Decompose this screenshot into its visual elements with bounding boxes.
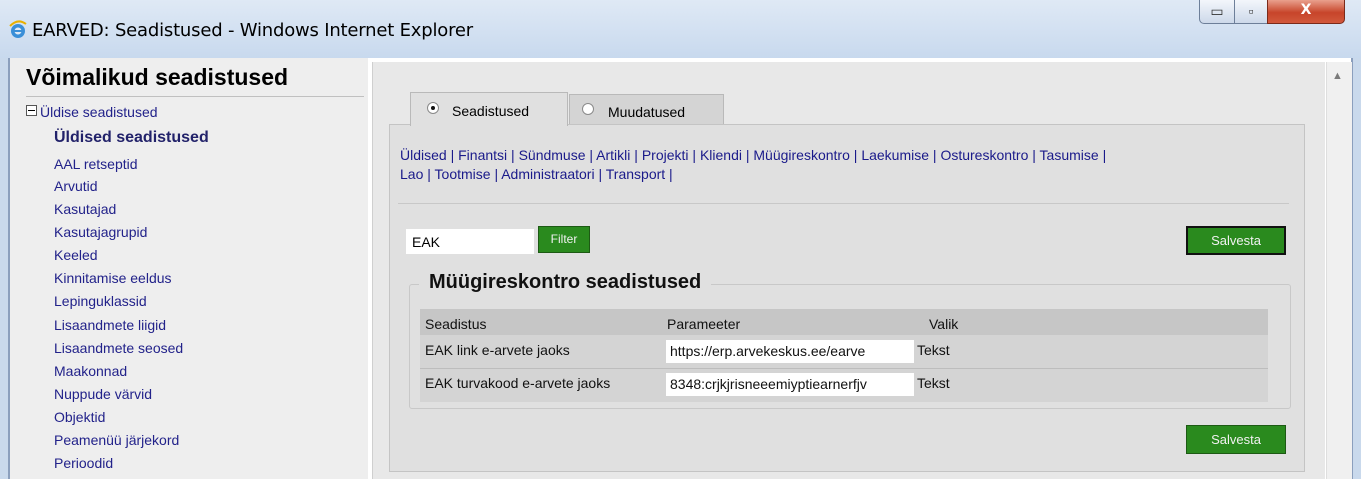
sidebar-item-objects[interactable]: Objektid <box>54 409 105 425</box>
sidebar-item-aal-recipes[interactable]: AAL retseptid <box>54 156 138 172</box>
close-button[interactable]: X <box>1267 0 1345 24</box>
row-2-setting: EAK turvakood e-arvete jaoks <box>425 375 611 391</box>
category-separator: | <box>585 147 597 163</box>
maximize-button[interactable]: ▫ <box>1234 0 1268 24</box>
column-header-option: Valik <box>929 316 959 332</box>
tab-settings[interactable]: Seadistused <box>410 92 568 126</box>
category-separator: | <box>423 166 435 182</box>
category-separator: | <box>741 147 754 163</box>
section-title: Müügireskontro seadistused <box>419 271 712 294</box>
category-link[interactable]: Transport <box>606 166 665 182</box>
category-separator: | <box>665 166 673 182</box>
category-separator: | <box>490 166 502 182</box>
window-title: EARVED: Seadistused - Windows Internet E… <box>32 20 473 41</box>
category-separator: | <box>849 147 862 163</box>
category-link[interactable]: Artikli <box>596 147 630 163</box>
close-icon: X <box>1300 2 1312 18</box>
vertical-scrollbar[interactable] <box>1326 62 1352 479</box>
sidebar-item-contract-classes[interactable]: Lepinguklassid <box>54 293 147 309</box>
minimize-button[interactable]: ▭ <box>1199 0 1235 24</box>
row-1-setting: EAK link e-arvete jaoks <box>425 342 570 358</box>
category-link[interactable]: Kliendi <box>700 147 742 163</box>
maximize-icon: ▫ <box>1248 3 1254 19</box>
category-link[interactable]: Projekti <box>642 147 689 163</box>
category-separator: | <box>446 147 459 163</box>
category-separator: | <box>688 147 700 163</box>
category-link[interactable]: Sündmuse <box>519 147 586 163</box>
filter-button[interactable]: Filter <box>538 226 590 253</box>
sidebar-item-button-colors[interactable]: Nuppude värvid <box>54 386 152 402</box>
category-link[interactable]: Ostureskontro <box>940 147 1028 163</box>
title-bar: EARVED: Seadistused - Windows Internet E… <box>0 0 1361 58</box>
table-header <box>420 309 1268 335</box>
category-link[interactable]: Administraatori <box>501 166 594 182</box>
sidebar-title: Võimalikud seadistused <box>26 64 289 90</box>
sidebar-item-additional-data-relations[interactable]: Lisaandmete seosed <box>54 340 183 356</box>
tab-changes[interactable]: Muudatused <box>569 94 724 124</box>
tab-settings-label: Seadistused <box>452 103 530 119</box>
sidebar-item-users[interactable]: Kasutajad <box>54 201 116 217</box>
sidebar-item-computers[interactable]: Arvutid <box>54 178 98 194</box>
category-separator: | <box>929 147 941 163</box>
category-link[interactable]: Müügireskontro <box>753 147 850 163</box>
category-link[interactable]: Tasumise <box>1040 147 1099 163</box>
radio-unselected-icon[interactable] <box>582 103 594 115</box>
row-1-option: Tekst <box>917 342 950 358</box>
category-link[interactable]: Tootmise <box>435 166 491 182</box>
category-separator: | <box>630 147 642 163</box>
sidebar-item-counties[interactable]: Maakonnad <box>54 363 127 379</box>
sidebar-item-approval-condition[interactable]: Kinnitamise eeldus <box>54 270 172 286</box>
category-link[interactable]: Laekumise <box>861 147 929 163</box>
sidebar-item-periods[interactable]: Perioodid <box>54 455 113 471</box>
save-button-bottom[interactable]: Salvesta <box>1186 425 1286 454</box>
filter-input[interactable] <box>406 229 534 254</box>
row-1-parameter-input[interactable]: https://erp.arvekeskus.ee/earve <box>666 340 914 363</box>
sidebar-item-languages[interactable]: Keeled <box>54 247 98 263</box>
category-links: Üldised | Finantsi | Sündmuse | Artikli … <box>400 146 1300 184</box>
category-separator: | <box>507 147 519 163</box>
row-2-parameter-input[interactable]: 8348:crjkjrisneeemiyptiearnerfjv <box>666 373 914 396</box>
save-button-top[interactable]: Salvesta <box>1186 226 1286 255</box>
minimize-icon: ▭ <box>1210 3 1224 19</box>
sidebar-item-additional-data-types[interactable]: Lisaandmete liigid <box>54 317 166 333</box>
category-separator: | <box>1028 147 1040 163</box>
row-2-option: Tekst <box>917 375 950 391</box>
sidebar-item-main-menu-order[interactable]: Peamenüü järjekord <box>54 432 179 448</box>
category-separator: | <box>594 166 606 182</box>
divider <box>398 203 1289 204</box>
collapse-icon[interactable] <box>26 105 37 116</box>
column-header-parameter: Parameeter <box>667 316 741 332</box>
category-link[interactable]: Lao <box>400 166 423 182</box>
tab-changes-label: Muudatused <box>608 104 686 120</box>
row-divider <box>420 368 1268 369</box>
radio-selected-icon[interactable] <box>427 102 439 114</box>
tree-root-general[interactable]: Üldise seadistused <box>26 104 158 120</box>
sidebar-divider <box>26 96 364 97</box>
category-separator: | <box>1098 147 1107 163</box>
tree-root-label: Üldise seadistused <box>40 104 158 120</box>
column-header-setting: Seadistus <box>425 316 487 332</box>
ie-icon <box>9 20 27 38</box>
sidebar-item-user-groups[interactable]: Kasutajagrupid <box>54 224 147 240</box>
scroll-up-arrow-icon[interactable]: ▲ <box>1332 70 1343 82</box>
category-link[interactable]: Finantsi <box>458 147 507 163</box>
category-link[interactable]: Üldised <box>400 147 447 163</box>
sidebar-item-general-settings[interactable]: Üldised seadistused <box>54 130 209 146</box>
